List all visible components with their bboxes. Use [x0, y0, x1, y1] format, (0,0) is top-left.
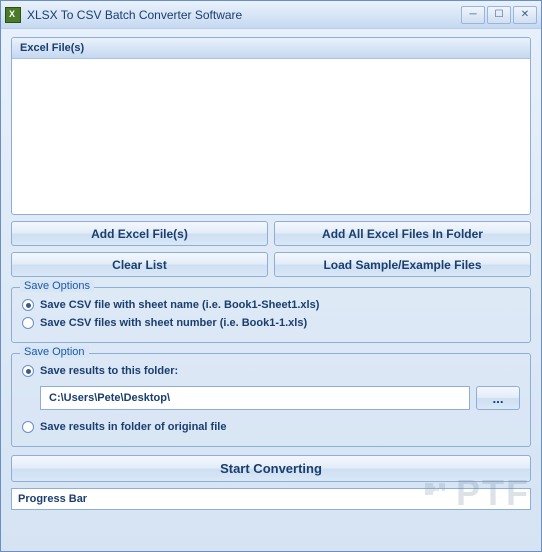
save-with-sheetnumber-radio[interactable] [22, 317, 34, 329]
progress-bar: Progress Bar [11, 488, 531, 510]
add-folder-button[interactable]: Add All Excel Files In Folder [274, 221, 531, 246]
save-with-sheetname-label: Save CSV file with sheet name (i.e. Book… [40, 299, 319, 311]
content-area: Excel File(s) Add Excel File(s) Add All … [1, 29, 541, 551]
file-list-header: Excel File(s) [12, 38, 530, 59]
save-to-folder-radio[interactable] [22, 365, 34, 377]
folder-path-input[interactable] [40, 386, 470, 410]
save-original-folder-radio[interactable] [22, 421, 34, 433]
save-options-legend: Save Options [20, 280, 94, 292]
save-with-sheetnumber-label: Save CSV files with sheet number (i.e. B… [40, 317, 307, 329]
browse-button[interactable]: ... [476, 386, 520, 410]
save-original-folder-label: Save results in folder of original file [40, 421, 226, 433]
app-icon [5, 7, 21, 23]
window-title: XLSX To CSV Batch Converter Software [27, 8, 461, 22]
file-list-panel: Excel File(s) [11, 37, 531, 215]
save-to-folder-label: Save results to this folder: [40, 365, 178, 377]
progress-label: Progress Bar [18, 493, 87, 505]
main-window: XLSX To CSV Batch Converter Software ─ ☐… [0, 0, 542, 552]
add-files-button[interactable]: Add Excel File(s) [11, 221, 268, 246]
save-option-group: Save Option Save results to this folder:… [11, 353, 531, 447]
close-button[interactable]: ✕ [513, 6, 537, 24]
save-option-legend: Save Option [20, 346, 89, 358]
minimize-button[interactable]: ─ [461, 6, 485, 24]
maximize-button[interactable]: ☐ [487, 6, 511, 24]
start-converting-button[interactable]: Start Converting [11, 455, 531, 482]
save-with-sheetname-radio[interactable] [22, 299, 34, 311]
titlebar: XLSX To CSV Batch Converter Software ─ ☐… [1, 1, 541, 29]
save-options-group: Save Options Save CSV file with sheet na… [11, 287, 531, 343]
file-list[interactable] [12, 59, 530, 214]
clear-list-button[interactable]: Clear List [11, 252, 268, 277]
load-sample-button[interactable]: Load Sample/Example Files [274, 252, 531, 277]
